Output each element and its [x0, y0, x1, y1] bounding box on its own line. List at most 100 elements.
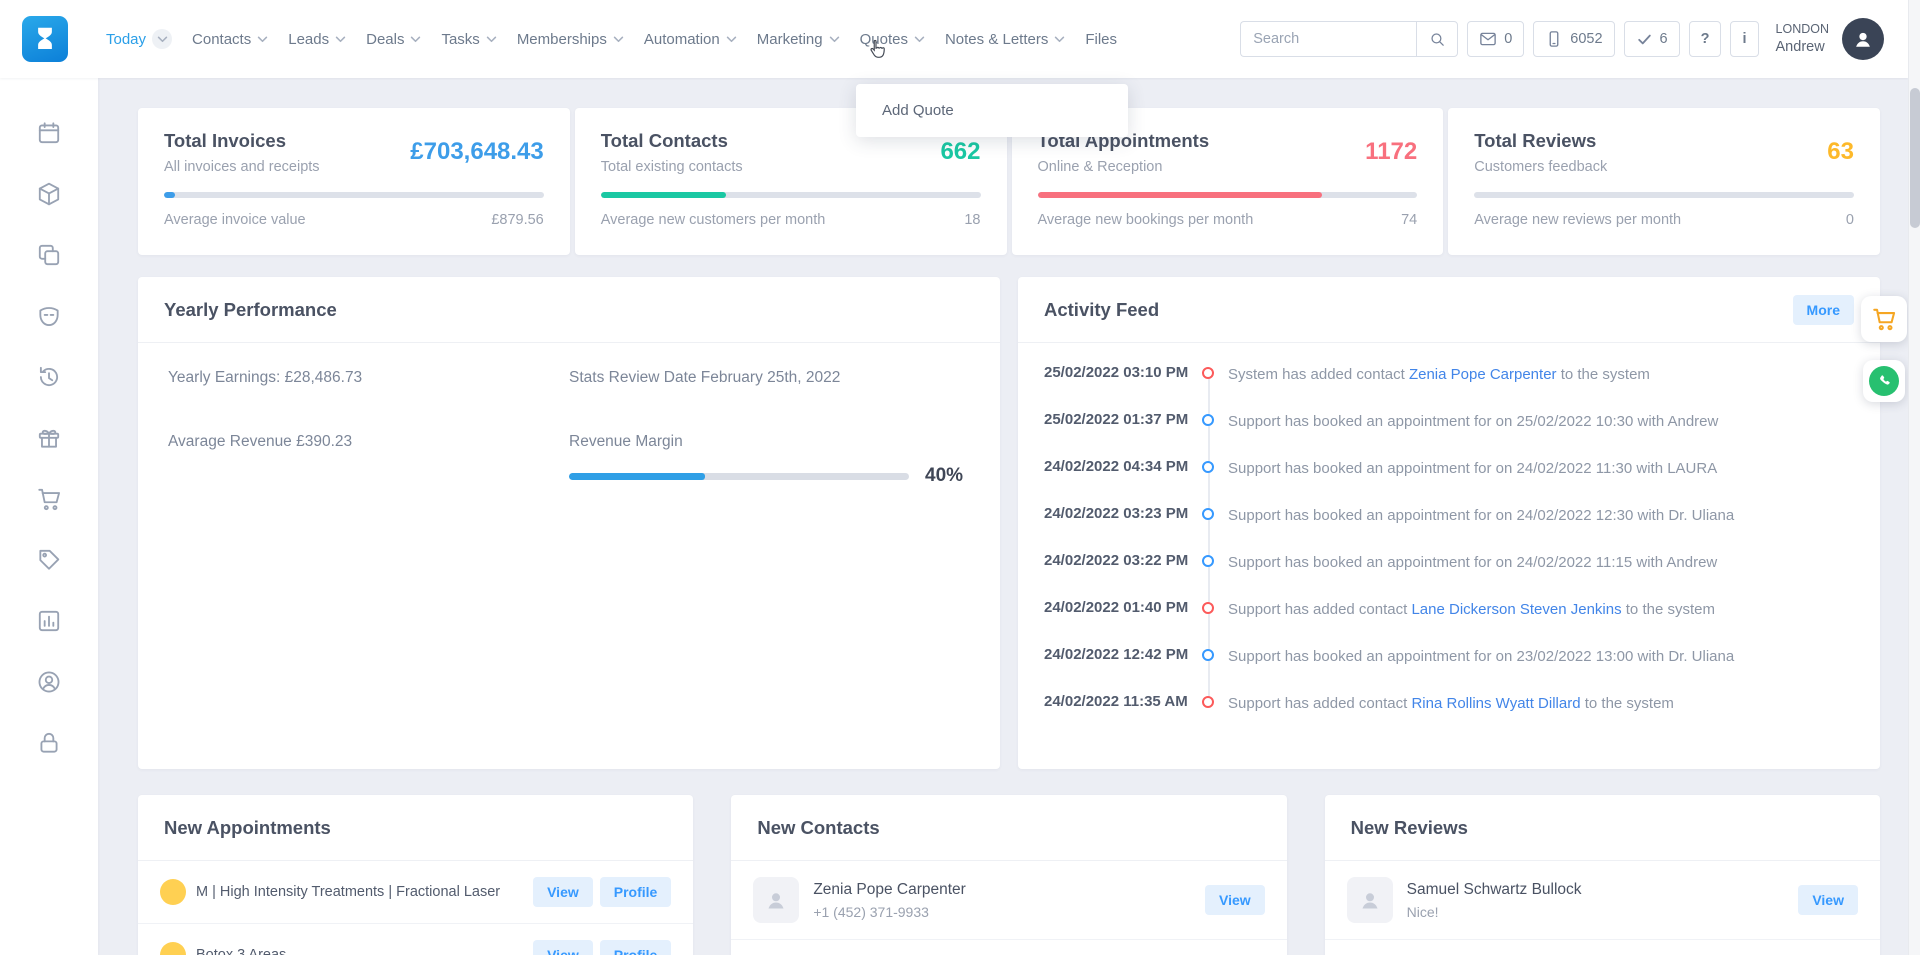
appointment-avatar	[160, 942, 186, 955]
profile-button[interactable]: Profile	[600, 940, 672, 955]
tasks-done-button[interactable]: 6	[1624, 21, 1680, 57]
history-icon	[36, 364, 62, 390]
person-placeholder-icon	[764, 888, 788, 912]
nav-label: Contacts	[192, 31, 251, 48]
scrollbar-thumb[interactable]	[1910, 88, 1920, 228]
view-button[interactable]: View	[1798, 885, 1858, 915]
activity-item: 24/02/2022 03:23 PM Support has booked a…	[1044, 492, 1854, 539]
search-input[interactable]	[1240, 21, 1416, 57]
nav-item-notes-letters[interactable]: Notes & Letters	[945, 31, 1065, 48]
user-avatar[interactable]	[1842, 18, 1884, 60]
activity-time: 24/02/2022 01:40 PM	[1044, 599, 1196, 616]
mobile-phone-icon	[1545, 30, 1563, 48]
floating-phone-button[interactable]	[1863, 360, 1905, 402]
stat-progress-track	[164, 192, 544, 198]
stat-progress-fill	[601, 192, 726, 198]
nav-item-automation[interactable]: Automation	[644, 31, 737, 48]
stat-progress-fill	[1038, 192, 1323, 198]
nav-item-quotes[interactable]: Quotes	[860, 31, 925, 48]
chevron-down-icon	[410, 36, 421, 43]
appointment-name: M | High Intensity Treatments | Fraction…	[196, 884, 526, 900]
nav-item-files[interactable]: Files	[1085, 31, 1117, 48]
tasks-count-badge: 6	[1660, 31, 1668, 47]
sidebar-item-reports[interactable]	[36, 608, 62, 634]
nav-item-leads[interactable]: Leads	[288, 31, 346, 48]
chevron-down-icon	[613, 36, 624, 43]
yearly-earnings: Yearly Earnings: £28,486.73	[168, 369, 569, 387]
stat-progress-track	[1474, 192, 1854, 198]
nav-item-tasks[interactable]: Tasks	[441, 31, 496, 48]
activity-contact-link[interactable]: Lane Dickerson Steven Jenkins	[1411, 601, 1621, 618]
view-button[interactable]: View	[533, 877, 593, 907]
middle-row: Yearly Performance Yearly Earnings: £28,…	[138, 277, 1880, 769]
sidebar-item-gifts[interactable]	[36, 425, 62, 451]
app-logo[interactable]	[22, 16, 68, 62]
sidebar-item-vouchers[interactable]	[36, 547, 62, 573]
sidebar-item-history[interactable]	[36, 364, 62, 390]
nav-item-contacts[interactable]: Contacts	[192, 31, 268, 48]
sidebar-item-admin[interactable]	[36, 669, 62, 695]
chevron-down-icon	[914, 36, 925, 43]
activity-dot	[1202, 649, 1214, 661]
profile-button[interactable]: Profile	[600, 877, 672, 907]
info-button[interactable]: i	[1730, 21, 1758, 57]
activity-message: Support has booked an appointment for on…	[1228, 646, 1734, 667]
person-icon	[1852, 28, 1874, 50]
page-scrollbar[interactable]	[1908, 0, 1920, 955]
nav-label: Files	[1085, 31, 1117, 48]
contact-avatar	[753, 877, 799, 923]
nav-item-memberships[interactable]: Memberships	[517, 31, 624, 48]
stat-title: Total Reviews	[1474, 130, 1607, 152]
revenue-margin-block: Revenue Margin 40%	[569, 433, 970, 487]
sidebar-item-treatments[interactable]	[36, 303, 62, 329]
package-icon	[36, 181, 62, 207]
nav-item-today[interactable]: Today	[106, 29, 172, 49]
user-circle-icon	[36, 669, 62, 695]
search-icon	[1429, 31, 1446, 48]
quotes-dropdown-menu: Add Quote	[856, 84, 1128, 137]
activity-dot	[1202, 555, 1214, 567]
more-button[interactable]: More	[1793, 295, 1854, 325]
inbox-button[interactable]: 0	[1467, 21, 1524, 57]
stat-footer-value: 18	[964, 212, 980, 228]
checkmark-icon	[1636, 31, 1653, 48]
activity-contact-link[interactable]: Zenia Pope Carpenter	[1409, 366, 1557, 383]
activity-item: 25/02/2022 03:10 PM System has added con…	[1044, 351, 1854, 398]
header-right-cluster: 0 6052 6 ? i LONDON Andrew	[1240, 18, 1884, 60]
sidebar-item-shop[interactable]	[36, 486, 62, 512]
menu-item-add-quote[interactable]: Add Quote	[856, 90, 1128, 131]
search-button[interactable]	[1416, 21, 1458, 57]
nav-label: Quotes	[860, 31, 908, 48]
phone-extension-button[interactable]: 6052	[1533, 21, 1614, 57]
view-button[interactable]: View	[1205, 885, 1265, 915]
info-icon: i	[1742, 31, 1746, 47]
activity-contact-link[interactable]: Rina Rollins Wyatt Dillard	[1411, 695, 1580, 712]
activity-dot	[1202, 508, 1214, 520]
view-button[interactable]: View	[533, 940, 593, 955]
activity-item: 25/02/2022 01:37 PM Support has booked a…	[1044, 398, 1854, 445]
bottom-row: New Appointments M | High Intensity Trea…	[138, 795, 1880, 955]
sidebar-item-products[interactable]	[36, 181, 62, 207]
chevron-down-icon	[152, 29, 172, 49]
sidebar-item-rooms[interactable]	[36, 242, 62, 268]
activity-dot	[1202, 696, 1214, 708]
new-contacts-panel: New Contacts Zenia Pope Carpenter +1 (45…	[731, 795, 1286, 955]
cart-icon	[1871, 306, 1897, 332]
nav-item-marketing[interactable]: Marketing	[757, 31, 840, 48]
nav-item-deals[interactable]: Deals	[366, 31, 421, 48]
help-button[interactable]: ?	[1689, 21, 1722, 57]
sidebar-item-security[interactable]	[36, 730, 62, 756]
envelope-icon	[1479, 30, 1497, 48]
question-mark-icon: ?	[1701, 31, 1710, 47]
stat-value: £703,648.43	[410, 138, 543, 166]
activity-dot	[1202, 414, 1214, 426]
contact-phone: +1 (452) 371-9933	[813, 904, 1198, 920]
activity-feed-panel: Activity Feed More 25/02/2022 03:10 PM S…	[1018, 277, 1880, 769]
floating-cart-button[interactable]	[1861, 296, 1907, 342]
sidebar-item-calendar[interactable]	[36, 120, 62, 146]
nav-label: Automation	[644, 31, 720, 48]
activity-time: 24/02/2022 11:35 AM	[1044, 693, 1196, 710]
nav-label: Marketing	[757, 31, 823, 48]
contact-list-item: Zenia Pope Carpenter +1 (452) 371-9933 V…	[731, 861, 1286, 940]
stat-footer-value: 0	[1846, 212, 1854, 228]
